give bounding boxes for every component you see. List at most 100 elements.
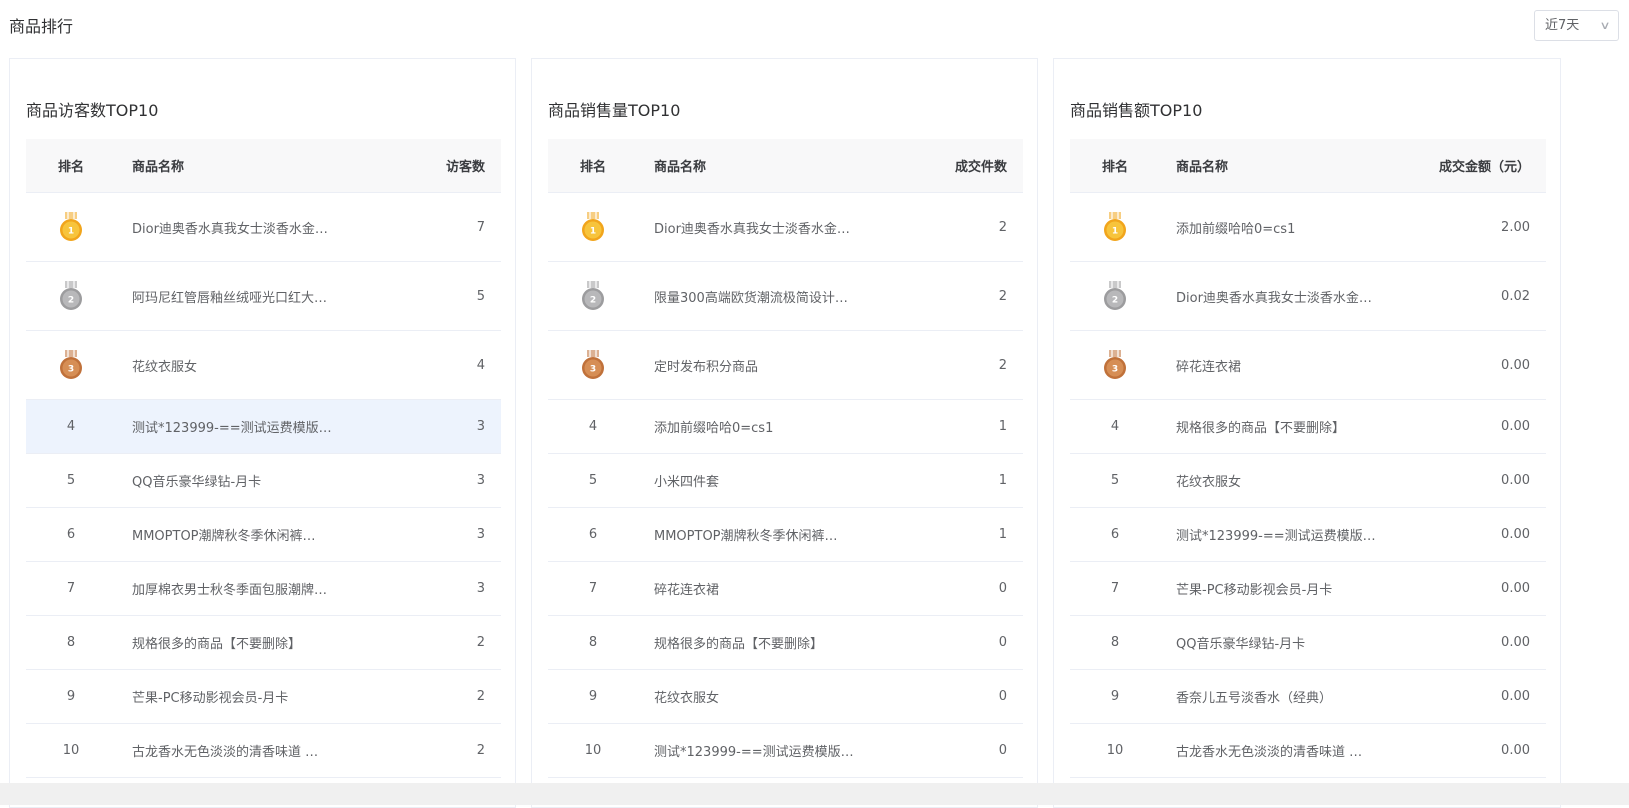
table-row[interactable]: 7 碎花连衣裙 0	[548, 562, 1023, 616]
panel-title: 商品销售额TOP10	[1070, 101, 1203, 120]
rank-cell: 10	[26, 743, 116, 758]
table-row[interactable]: 7 芒果-PC移动影视会员-月卡 0.00	[1070, 562, 1546, 616]
product-name[interactable]: 香奈儿五号淡香水（经典）	[1160, 687, 1390, 706]
rank-number: 7	[66, 581, 76, 596]
product-name[interactable]: Dior迪奥香水真我女士淡香水金…	[638, 218, 868, 237]
product-name[interactable]: 花纹衣服女	[638, 687, 868, 706]
product-name[interactable]: 规格很多的商品【不要删除】	[116, 633, 346, 652]
table-row[interactable]: 1 Dior迪奥香水真我女士淡香水金… 7	[26, 193, 501, 262]
table-row[interactable]: 4 测试*123999-==测试运费模版… 3	[26, 400, 501, 454]
metric-value: 3	[476, 473, 485, 488]
table-row[interactable]: 3 定时发布积分商品 2	[548, 331, 1023, 400]
chevron-down-icon: ∨	[1599, 19, 1611, 32]
product-name[interactable]: 定时发布积分商品	[638, 356, 868, 375]
metric-value: 3	[476, 419, 485, 434]
product-name[interactable]: 规格很多的商品【不要删除】	[1160, 417, 1390, 436]
column-header-rank: 排名	[57, 160, 84, 175]
bronze-medal-icon: 3	[1103, 349, 1127, 381]
column-header-name: 商品名称	[1176, 160, 1229, 175]
rank-number: 8	[588, 635, 598, 650]
table-row[interactable]: 5 QQ音乐豪华绿钻-月卡 3	[26, 454, 501, 508]
table-row[interactable]: 4 添加前缀哈哈0=cs1 1	[548, 400, 1023, 454]
table-row[interactable]: 9 芒果-PC移动影视会员-月卡 2	[26, 670, 501, 724]
table-row[interactable]: 8 规格很多的商品【不要删除】 0	[548, 616, 1023, 670]
product-name[interactable]: MMOPTOP潮牌秋冬季休闲裤…	[638, 525, 868, 544]
table-row[interactable]: 9 花纹衣服女 0	[548, 670, 1023, 724]
product-name[interactable]: QQ音乐豪华绿钻-月卡	[116, 471, 346, 490]
product-name[interactable]: 碎花连衣裙	[1160, 356, 1390, 375]
rank-cell: 3	[1070, 349, 1160, 381]
table-row[interactable]: 10 古龙香水无色淡淡的清香味道 … 2	[26, 724, 501, 778]
product-name[interactable]: 测试*123999-==测试运费模版…	[638, 741, 868, 760]
table-row[interactable]: 9 香奈儿五号淡香水（经典） 0.00	[1070, 670, 1546, 724]
date-range-select[interactable]: 近7天 ∨	[1534, 10, 1619, 41]
table-row[interactable]: 4 规格很多的商品【不要删除】 0.00	[1070, 400, 1546, 454]
rank-number: 7	[588, 581, 598, 596]
table-row[interactable]: 5 花纹衣服女 0.00	[1070, 454, 1546, 508]
product-name[interactable]: 限量300高端欧货潮流极简设计…	[638, 287, 868, 306]
metric-value: 0.00	[1501, 419, 1530, 434]
column-header-value: 成交金额（元）	[1438, 160, 1530, 175]
product-name[interactable]: 加厚棉衣男士秋冬季面包服潮牌…	[116, 579, 346, 598]
column-header-value: 访客数	[445, 160, 485, 175]
gold-medal-icon: 1	[59, 211, 83, 243]
metric-value: 1	[998, 527, 1007, 542]
table-row[interactable]: 3 碎花连衣裙 0.00	[1070, 331, 1546, 400]
rank-number: 5	[1110, 473, 1120, 488]
column-header-rank: 排名	[1101, 160, 1128, 175]
rank-cell: 10	[1070, 743, 1160, 758]
product-name[interactable]: Dior迪奥香水真我女士淡香水金…	[116, 218, 346, 237]
table-row[interactable]: 6 测试*123999-==测试运费模版… 0.00	[1070, 508, 1546, 562]
metric-value: 2	[998, 288, 1007, 304]
rank-cell: 8	[26, 635, 116, 650]
gold-medal-icon: 1	[581, 211, 605, 243]
table-row[interactable]: 8 规格很多的商品【不要删除】 2	[26, 616, 501, 670]
product-name[interactable]: 添加前缀哈哈0=cs1	[1160, 218, 1390, 237]
table-row[interactable]: 10 古龙香水无色淡淡的清香味道 … 0.00	[1070, 724, 1546, 778]
product-name[interactable]: 古龙香水无色淡淡的清香味道 …	[1160, 741, 1390, 760]
product-name[interactable]: 芒果-PC移动影视会员-月卡	[1160, 579, 1390, 598]
ranking-panel-sales-amount: 商品销售额TOP10 排名 商品名称 成交金额（元） 1 添加前缀哈哈0=cs1…	[1053, 58, 1561, 808]
rank-cell: 5	[1070, 473, 1160, 488]
silver-medal-icon: 2	[581, 280, 605, 312]
product-name[interactable]: 阿玛尼红管唇釉丝绒哑光口红大…	[116, 287, 346, 306]
silver-medal-icon: 2	[1103, 280, 1127, 312]
product-name[interactable]: 规格很多的商品【不要删除】	[638, 633, 868, 652]
table-row[interactable]: 2 Dior迪奥香水真我女士淡香水金… 0.02	[1070, 262, 1546, 331]
product-name[interactable]: 小米四件套	[638, 471, 868, 490]
product-name[interactable]: 测试*123999-==测试运费模版…	[116, 417, 346, 436]
product-name[interactable]: 碎花连衣裙	[638, 579, 868, 598]
table-row[interactable]: 6 MMOPTOP潮牌秋冬季休闲裤… 3	[26, 508, 501, 562]
table-row[interactable]: 3 花纹衣服女 4	[26, 331, 501, 400]
product-name[interactable]: Dior迪奥香水真我女士淡香水金…	[1160, 287, 1390, 306]
table-row[interactable]: 6 MMOPTOP潮牌秋冬季休闲裤… 1	[548, 508, 1023, 562]
svg-text:1: 1	[68, 227, 74, 237]
product-name[interactable]: MMOPTOP潮牌秋冬季休闲裤…	[116, 525, 346, 544]
rank-number: 10	[1106, 743, 1124, 758]
metric-value: 7	[476, 219, 485, 235]
product-name[interactable]: 花纹衣服女	[116, 356, 346, 375]
gold-medal-icon: 1	[1103, 211, 1127, 243]
table-row[interactable]: 10 测试*123999-==测试运费模版… 0	[548, 724, 1023, 778]
table-row[interactable]: 5 小米四件套 1	[548, 454, 1023, 508]
product-name[interactable]: 古龙香水无色淡淡的清香味道 …	[116, 741, 346, 760]
svg-text:2: 2	[590, 296, 596, 306]
product-name[interactable]: 芒果-PC移动影视会员-月卡	[116, 687, 346, 706]
table-row[interactable]: 1 添加前缀哈哈0=cs1 2.00	[1070, 193, 1546, 262]
product-name[interactable]: 花纹衣服女	[1160, 471, 1390, 490]
rank-number: 6	[588, 527, 598, 542]
column-header-rank: 排名	[579, 160, 606, 175]
horizontal-scrollbar[interactable]	[0, 783, 1629, 805]
product-name[interactable]: QQ音乐豪华绿钻-月卡	[1160, 633, 1390, 652]
rank-cell: 3	[548, 349, 638, 381]
rank-cell: 7	[26, 581, 116, 596]
rank-number: 9	[588, 689, 598, 704]
table-row[interactable]: 1 Dior迪奥香水真我女士淡香水金… 2	[548, 193, 1023, 262]
table-row[interactable]: 8 QQ音乐豪华绿钻-月卡 0.00	[1070, 616, 1546, 670]
table-row[interactable]: 7 加厚棉衣男士秋冬季面包服潮牌… 3	[26, 562, 501, 616]
product-name[interactable]: 测试*123999-==测试运费模版…	[1160, 525, 1390, 544]
product-name[interactable]: 添加前缀哈哈0=cs1	[638, 417, 868, 436]
rank-cell: 7	[1070, 581, 1160, 596]
table-row[interactable]: 2 阿玛尼红管唇釉丝绒哑光口红大… 5	[26, 262, 501, 331]
table-row[interactable]: 2 限量300高端欧货潮流极简设计… 2	[548, 262, 1023, 331]
